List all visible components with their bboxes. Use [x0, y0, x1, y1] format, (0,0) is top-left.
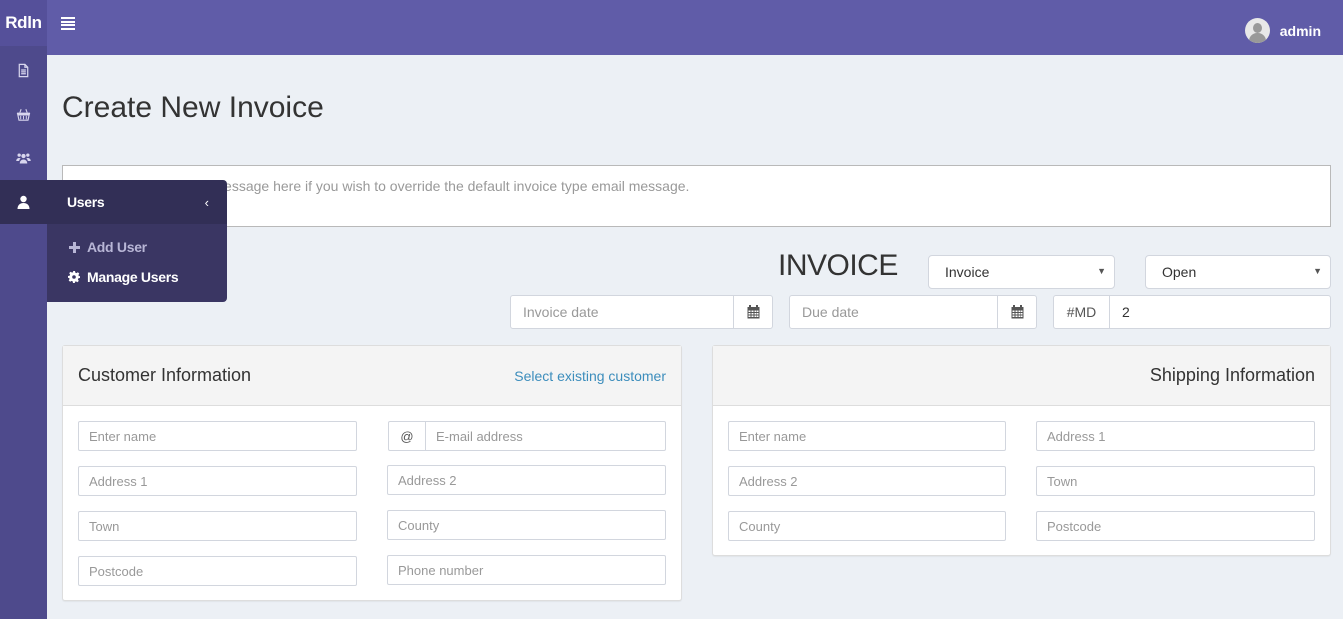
sidebar: Rdln — [0, 0, 47, 619]
shipping-name-field — [728, 421, 1006, 451]
caret-down-icon: ▼ — [1313, 266, 1322, 276]
avatar — [1244, 18, 1270, 43]
invoice-type-value: Invoice — [945, 264, 990, 280]
caret-down-icon: ▼ — [1097, 266, 1106, 276]
invoice-status-select[interactable]: Open ▼ — [1145, 255, 1331, 289]
shipping-county-field — [728, 511, 1006, 541]
page-title: Create New Invoice — [62, 91, 324, 124]
users-group-icon — [16, 153, 31, 163]
menu-item-add-user[interactable]: Add User — [47, 232, 227, 262]
customer-address2-input[interactable] — [388, 466, 665, 494]
users-submenu: Add User Manage Users — [47, 224, 227, 302]
top-navbar: admin — [47, 0, 1343, 55]
invoice-type-select[interactable]: Invoice ▼ — [928, 255, 1115, 289]
shipping-county-input[interactable] — [729, 512, 1005, 540]
shipping-information-panel: Shipping Information — [712, 345, 1331, 556]
customer-address1-field — [78, 466, 357, 496]
shipping-name-input[interactable] — [729, 422, 1005, 450]
customer-phone-field — [387, 555, 666, 585]
add-user-label: Add User — [87, 239, 147, 255]
customer-address1-input[interactable] — [79, 467, 356, 495]
manage-users-label: Manage Users — [87, 269, 179, 285]
invoice-date-picker-button[interactable] — [733, 296, 772, 328]
customer-phone-input[interactable] — [388, 556, 665, 584]
menu-toggle-icon[interactable] — [61, 17, 75, 30]
document-icon — [18, 63, 29, 77]
sidebar-item-invoices[interactable] — [0, 48, 47, 92]
shipping-panel-title: Shipping Information — [1149, 365, 1315, 385]
calendar-icon — [747, 305, 759, 319]
select-existing-customer-link[interactable]: Select existing customer — [514, 368, 666, 384]
customer-county-field — [387, 510, 666, 540]
shipping-town-field — [1036, 466, 1315, 496]
customer-email-input[interactable] — [426, 422, 665, 450]
customer-email-field: @ — [388, 421, 666, 451]
customer-town-input[interactable] — [79, 512, 356, 540]
custom-email-message-input[interactable] — [62, 165, 1331, 227]
customer-county-input[interactable] — [388, 511, 665, 539]
shipping-postcode-input[interactable] — [1037, 512, 1314, 540]
invoice-prefix: #MD — [1054, 296, 1110, 328]
chevron-left-icon[interactable]: ‹ — [205, 195, 209, 210]
user-menu[interactable]: admin — [1244, 18, 1321, 43]
customer-town-field — [78, 511, 357, 541]
invoice-date-input[interactable] — [511, 296, 733, 328]
customer-panel-title: Customer Information — [78, 365, 252, 385]
sidebar-item-users[interactable]: Users ‹ — [0, 180, 227, 224]
shipping-address1-field — [1036, 421, 1315, 451]
at-sign-icon: @ — [389, 422, 426, 450]
invoice-number-input[interactable] — [1110, 296, 1330, 328]
invoice-heading: INVOICE — [778, 249, 898, 282]
customer-name-input[interactable] — [79, 422, 356, 450]
shipping-town-input[interactable] — [1037, 467, 1314, 495]
basket-icon — [16, 108, 31, 121]
menu-item-manage-users[interactable]: Manage Users — [47, 262, 227, 292]
users-menu-label: Users — [67, 194, 105, 210]
shipping-address2-input[interactable] — [729, 467, 1005, 495]
user-icon — [17, 195, 30, 209]
user-name: admin — [1279, 22, 1321, 39]
invoice-number-group: #MD — [1053, 295, 1331, 329]
customer-name-field — [78, 421, 357, 451]
invoice-status-value: Open — [1162, 264, 1197, 280]
invoice-date-group — [510, 295, 773, 329]
due-date-picker-button[interactable] — [997, 296, 1036, 328]
customer-information-panel: Customer Information Select existing cus… — [62, 345, 682, 601]
shipping-postcode-field — [1036, 511, 1315, 541]
gear-icon — [67, 271, 81, 283]
calendar-icon — [1011, 305, 1023, 319]
sidebar-item-customers[interactable] — [0, 136, 47, 180]
customer-postcode-field — [78, 556, 357, 586]
shipping-address2-field — [728, 466, 1006, 496]
sidebar-item-products[interactable] — [0, 92, 47, 136]
customer-address2-field — [387, 465, 666, 495]
app-logo[interactable]: Rdln — [0, 0, 47, 46]
due-date-input[interactable] — [790, 296, 997, 328]
shipping-address1-input[interactable] — [1037, 422, 1314, 450]
due-date-group — [789, 295, 1037, 329]
users-flyout-menu: Users ‹ Add User Manage Users — [0, 180, 227, 302]
plus-icon — [67, 241, 81, 253]
customer-postcode-input[interactable] — [79, 557, 356, 585]
